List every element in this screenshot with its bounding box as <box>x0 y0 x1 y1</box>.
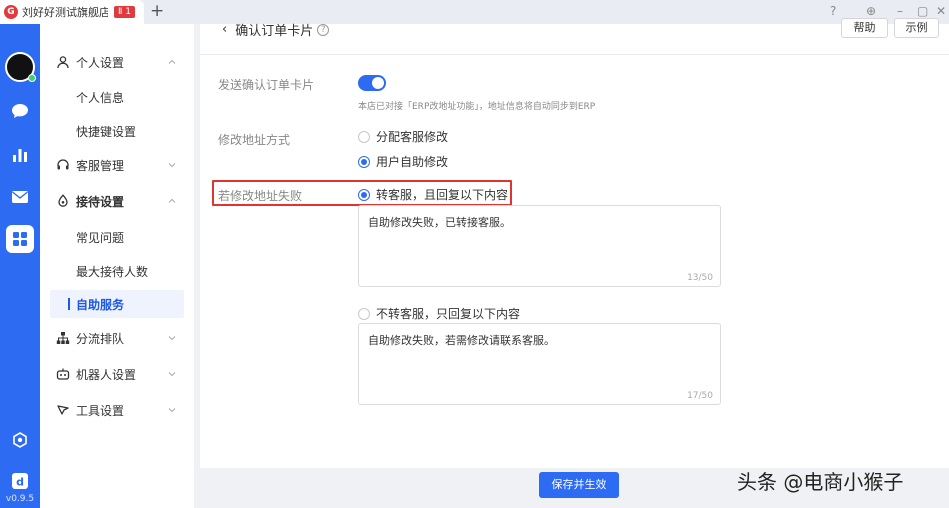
tab-badge: Ⅱ 1 <box>114 6 136 18</box>
settings-icon[interactable] <box>9 429 31 451</box>
send-card-label: 发送确认订单卡片 <box>218 78 315 92</box>
radio-transfer-agent[interactable]: 转客服，且回复以下内容 <box>358 186 508 203</box>
headset-icon <box>57 159 69 170</box>
sidebar-item-personal[interactable]: 个人设置 <box>40 48 194 76</box>
tool-icon <box>57 405 69 415</box>
radio-circle <box>358 188 370 201</box>
sidebar-item-queue[interactable]: 分流排队 <box>40 324 194 352</box>
header-divider <box>200 54 949 55</box>
tab-title: 刘好好测试旗舰店 <box>22 6 108 19</box>
chevron-down-icon <box>168 372 176 377</box>
sidebar-subitem-personal-info[interactable]: 个人信息 <box>40 83 194 111</box>
sidebar-item-tools[interactable]: 工具设置 <box>40 396 194 424</box>
robot-icon <box>56 368 70 380</box>
logo-icon: d <box>9 470 31 492</box>
chart-icon[interactable] <box>9 144 31 166</box>
send-card-toggle[interactable] <box>358 75 386 91</box>
app-logo-icon: G <box>4 5 18 19</box>
title-bar: G 刘好好测试旗舰店 Ⅱ 1 + ? ⊕ – ▢ ✕ <box>0 0 949 24</box>
chevron-down-icon <box>168 163 176 168</box>
help-circle-icon[interactable]: ? <box>830 3 836 19</box>
fail-label: 若修改地址失败 <box>218 189 303 203</box>
chat-icon[interactable] <box>9 100 31 122</box>
radio-circle <box>358 155 370 168</box>
radio-circle <box>358 307 370 320</box>
pin-icon[interactable]: ⊕ <box>866 3 876 19</box>
erp-hint: 本店已对接「ERP改地址功能」，地址信息将自动同步到ERP <box>358 102 596 112</box>
radio-user-self-modify[interactable]: 用户自助修改 <box>358 153 448 170</box>
sidebar-item-reception[interactable]: 接待设置 <box>40 187 194 215</box>
active-indicator <box>68 298 70 310</box>
chevron-down-icon <box>168 408 176 413</box>
user-icon <box>57 56 69 69</box>
save-button[interactable]: 保存并生效 <box>539 472 619 498</box>
sidebar-item-robot[interactable]: 机器人设置 <box>40 360 194 388</box>
radio-circle <box>358 130 370 143</box>
reply-text: 自助修改失败，若需修改请联系客服。 <box>368 334 555 347</box>
online-status-dot <box>28 74 36 82</box>
version-label: v0.9.5 <box>5 494 35 504</box>
sidebar-subitem-faq[interactable]: 常见问题 <box>40 223 194 251</box>
settings-sidebar: 个人设置 个人信息 快捷键设置 客服管理 接待设置 常见问题 最大接待人数 自助… <box>40 24 194 508</box>
sidebar-item-agent-management[interactable]: 客服管理 <box>40 151 194 179</box>
sidebar-subitem-max-reception[interactable]: 最大接待人数 <box>40 257 194 285</box>
sidebar-subitem-self-service[interactable]: 自助服务 <box>50 290 184 318</box>
reception-icon <box>58 194 68 207</box>
toggle-knob <box>372 77 384 89</box>
char-count: 17/50 <box>687 391 713 401</box>
modify-method-label: 修改地址方式 <box>218 133 291 147</box>
radio-agent-modify[interactable]: 分配客服修改 <box>358 128 448 145</box>
apps-icon[interactable] <box>6 225 34 253</box>
add-tab-button[interactable]: + <box>150 1 164 21</box>
help-icon[interactable]: ? <box>317 23 330 36</box>
svg-text:d: d <box>16 476 24 489</box>
minimize-button[interactable]: – <box>897 3 903 19</box>
example-button[interactable]: 示例 <box>894 18 939 38</box>
app-rail: d v0.9.5 <box>0 24 40 508</box>
close-button[interactable]: ✕ <box>936 3 946 19</box>
shop-tab[interactable]: G 刘好好测试旗舰店 Ⅱ 1 <box>0 0 144 24</box>
maximize-button[interactable]: ▢ <box>917 3 928 19</box>
org-icon <box>56 332 70 344</box>
mail-icon[interactable] <box>9 186 31 208</box>
chevron-up-icon <box>168 59 176 64</box>
back-button[interactable]: ‹ <box>222 22 227 37</box>
help-button[interactable]: 帮助 <box>841 18 888 38</box>
reply-text: 自助修改失败，已转接客服。 <box>368 216 511 229</box>
radio-no-transfer[interactable]: 不转客服，只回复以下内容 <box>358 305 520 322</box>
page-title: ‹ 确认订单卡片 ? <box>222 20 330 39</box>
page-title-text: 确认订单卡片 <box>235 24 314 39</box>
chevron-up-icon <box>168 198 176 203</box>
chevron-down-icon <box>168 336 176 341</box>
transfer-reply-textarea[interactable]: 自助修改失败，已转接客服。 13/50 <box>358 205 721 287</box>
sidebar-subitem-shortcuts[interactable]: 快捷键设置 <box>40 117 194 145</box>
no-transfer-reply-textarea[interactable]: 自助修改失败，若需修改请联系客服。 17/50 <box>358 323 721 405</box>
char-count: 13/50 <box>687 273 713 283</box>
watermark: 头条 @电商小猴子 <box>737 470 904 494</box>
